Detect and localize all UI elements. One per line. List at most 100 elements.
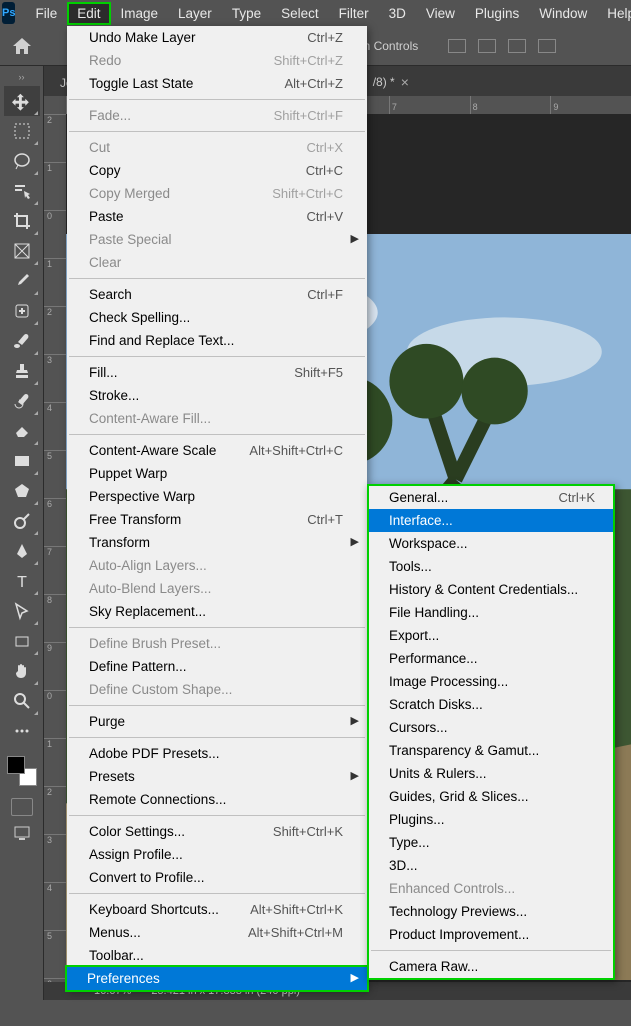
more-tool[interactable] — [4, 716, 40, 746]
menu-item-sky-replacement[interactable]: Sky Replacement... — [67, 600, 367, 623]
align-bottom-icon[interactable] — [508, 39, 526, 53]
custom-shape-tool[interactable] — [4, 626, 40, 656]
menu-item-find-and-replace-text[interactable]: Find and Replace Text... — [67, 329, 367, 352]
menu-item-toolbar[interactable]: Toolbar... — [67, 944, 367, 967]
menu-item-keyboard-shortcuts[interactable]: Keyboard Shortcuts...Alt+Shift+Ctrl+K — [67, 898, 367, 921]
menu-item-presets[interactable]: Presets▶ — [67, 765, 367, 788]
menu-item-label: Check Spelling... — [89, 308, 190, 327]
screen-mode-icon[interactable] — [11, 824, 33, 842]
submenu-item-interface[interactable]: Interface... — [369, 509, 613, 532]
menu-item-perspective-warp[interactable]: Perspective Warp — [67, 485, 367, 508]
submenu-item-type[interactable]: Type... — [369, 831, 613, 854]
home-icon[interactable] — [8, 32, 36, 60]
submenu-item-transparency-gamut[interactable]: Transparency & Gamut... — [369, 739, 613, 762]
menu-item-adobe-pdf-presets[interactable]: Adobe PDF Presets... — [67, 742, 367, 765]
stamp-icon — [12, 361, 32, 381]
text-tool[interactable]: T — [4, 566, 40, 596]
rectangle-tool[interactable] — [4, 446, 40, 476]
menu-item-purge[interactable]: Purge▶ — [67, 710, 367, 733]
submenu-item-units-rulers[interactable]: Units & Rulers... — [369, 762, 613, 785]
menu-item-transform[interactable]: Transform▶ — [67, 531, 367, 554]
foreground-color-swatch[interactable] — [7, 756, 25, 774]
move-tool[interactable] — [4, 86, 40, 116]
submenu-item-export[interactable]: Export... — [369, 624, 613, 647]
submenu-item-tools[interactable]: Tools... — [369, 555, 613, 578]
menubar-item-plugins[interactable]: Plugins — [465, 2, 529, 25]
submenu-item-product-improvement[interactable]: Product Improvement... — [369, 923, 613, 946]
submenu-item-plugins[interactable]: Plugins... — [369, 808, 613, 831]
pen-tool[interactable] — [4, 536, 40, 566]
submenu-item-file-handling[interactable]: File Handling... — [369, 601, 613, 624]
hand-tool[interactable] — [4, 656, 40, 686]
color-swatches[interactable] — [7, 756, 37, 786]
submenu-item-general[interactable]: General...Ctrl+K — [369, 486, 613, 509]
document-tab-active[interactable]: /8) * × — [363, 68, 419, 96]
menubar-item-select[interactable]: Select — [271, 2, 329, 25]
menubar-item-help[interactable]: Help — [597, 2, 631, 25]
menubar-item-view[interactable]: View — [416, 2, 465, 25]
lasso-tool[interactable] — [4, 146, 40, 176]
menu-item-copy[interactable]: CopyCtrl+C — [67, 159, 367, 182]
path-select-tool[interactable] — [4, 596, 40, 626]
toolpanel-expand-icon[interactable]: ›› — [0, 70, 43, 84]
submenu-item-history-content-credentials[interactable]: History & Content Credentials... — [369, 578, 613, 601]
menu-item-paste[interactable]: PasteCtrl+V — [67, 205, 367, 228]
menubar-item-layer[interactable]: Layer — [168, 2, 222, 25]
menu-item-check-spelling[interactable]: Check Spelling... — [67, 306, 367, 329]
eraser-tool[interactable] — [4, 416, 40, 446]
submenu-item-cursors[interactable]: Cursors... — [369, 716, 613, 739]
healing-tool[interactable] — [4, 296, 40, 326]
menu-item-content-aware-scale[interactable]: Content-Aware ScaleAlt+Shift+Ctrl+C — [67, 439, 367, 462]
menu-item-search[interactable]: SearchCtrl+F — [67, 283, 367, 306]
submenu-item-scratch-disks[interactable]: Scratch Disks... — [369, 693, 613, 716]
submenu-item-image-processing[interactable]: Image Processing... — [369, 670, 613, 693]
align-more-icon[interactable] — [538, 39, 556, 53]
menu-item-toggle-last-state[interactable]: Toggle Last StateAlt+Ctrl+Z — [67, 72, 367, 95]
menubar-item-window[interactable]: Window — [529, 2, 597, 25]
menubar-item-edit[interactable]: Edit — [67, 2, 110, 25]
close-icon[interactable]: × — [401, 74, 409, 90]
align-middle-icon[interactable] — [478, 39, 496, 53]
menubar-item-image[interactable]: Image — [111, 2, 169, 25]
menu-item-undo-make-layer[interactable]: Undo Make LayerCtrl+Z — [67, 26, 367, 49]
brush-icon — [12, 331, 32, 351]
dodge-tool[interactable] — [4, 506, 40, 536]
polygon-tool[interactable] — [4, 476, 40, 506]
submenu-item-d[interactable]: 3D... — [369, 854, 613, 877]
menu-item-define-pattern[interactable]: Define Pattern... — [67, 655, 367, 678]
menu-item-stroke[interactable]: Stroke... — [67, 384, 367, 407]
menu-separator — [371, 950, 611, 951]
submenu-item-performance[interactable]: Performance... — [369, 647, 613, 670]
menu-item-free-transform[interactable]: Free TransformCtrl+T — [67, 508, 367, 531]
history-brush-tool[interactable] — [4, 386, 40, 416]
menu-item-preferences[interactable]: Preferences▶ — [65, 965, 369, 992]
menu-item-menus[interactable]: Menus...Alt+Shift+Ctrl+M — [67, 921, 367, 944]
menubar-item-3d[interactable]: 3D — [379, 2, 416, 25]
zoom-tool[interactable] — [4, 686, 40, 716]
menu-separator — [69, 627, 365, 628]
menu-item-remote-connections[interactable]: Remote Connections... — [67, 788, 367, 811]
brush-tool[interactable] — [4, 326, 40, 356]
quick-select-tool[interactable] — [4, 176, 40, 206]
menubar-item-file[interactable]: File — [25, 2, 67, 25]
frame-tool[interactable] — [4, 236, 40, 266]
submenu-item-technology-previews[interactable]: Technology Previews... — [369, 900, 613, 923]
menu-item-label: Puppet Warp — [89, 464, 167, 483]
menubar-item-type[interactable]: Type — [222, 2, 271, 25]
submenu-item-workspace[interactable]: Workspace... — [369, 532, 613, 555]
menu-shortcut: Shift+Ctrl+Z — [274, 51, 343, 70]
submenu-item-guides-grid-slices[interactable]: Guides, Grid & Slices... — [369, 785, 613, 808]
menu-item-assign-profile[interactable]: Assign Profile... — [67, 843, 367, 866]
menubar-item-filter[interactable]: Filter — [329, 2, 379, 25]
menu-item-color-settings[interactable]: Color Settings...Shift+Ctrl+K — [67, 820, 367, 843]
eyedropper-tool[interactable] — [4, 266, 40, 296]
menu-item-fill[interactable]: Fill...Shift+F5 — [67, 361, 367, 384]
menu-item-convert-to-profile[interactable]: Convert to Profile... — [67, 866, 367, 889]
menu-item-puppet-warp[interactable]: Puppet Warp — [67, 462, 367, 485]
marquee-tool[interactable] — [4, 116, 40, 146]
submenu-item-camera-raw[interactable]: Camera Raw... — [369, 955, 613, 978]
quick-mask-icon[interactable] — [11, 798, 33, 816]
stamp-tool[interactable] — [4, 356, 40, 386]
crop-tool[interactable] — [4, 206, 40, 236]
align-top-icon[interactable] — [448, 39, 466, 53]
